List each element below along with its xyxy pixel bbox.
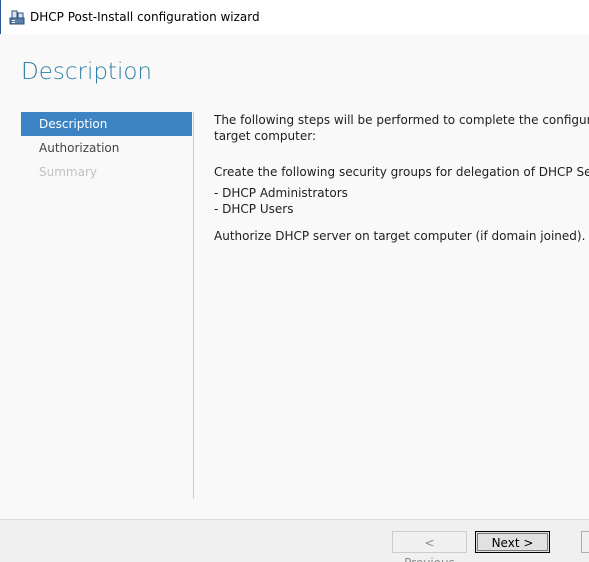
intro-text-line-2: target computer: xyxy=(214,129,317,143)
wizard-steps-nav: Description Authorization Summary xyxy=(21,112,192,184)
window-title: DHCP Post-Install configuration wizard xyxy=(30,10,260,24)
previous-button: < Previous xyxy=(392,531,467,562)
authorize-text: Authorize DHCP server on target computer… xyxy=(214,229,586,243)
page-title: Description xyxy=(21,59,152,85)
next-button[interactable]: Next > xyxy=(475,531,550,553)
step-authorization[interactable]: Authorization xyxy=(21,136,192,160)
title-bar: DHCP Post-Install configuration wizard xyxy=(0,0,589,34)
groups-intro-text: Create the following security groups for… xyxy=(214,165,589,179)
button-bar: < Previous Next > xyxy=(0,519,589,562)
description-content: The following steps will be performed to… xyxy=(214,112,589,412)
wizard-window: DHCP Post-Install configuration wizard D… xyxy=(0,0,589,562)
partially-visible-button[interactable] xyxy=(581,531,589,553)
step-summary: Summary xyxy=(39,165,97,179)
group-item-administrators: - DHCP Administrators xyxy=(214,186,348,200)
step-description[interactable]: Description xyxy=(21,112,192,136)
intro-text-line-1: The following steps will be performed to… xyxy=(214,113,589,127)
dhcp-server-icon xyxy=(9,9,25,25)
nav-divider xyxy=(193,112,194,499)
group-item-users: - DHCP Users xyxy=(214,202,294,216)
